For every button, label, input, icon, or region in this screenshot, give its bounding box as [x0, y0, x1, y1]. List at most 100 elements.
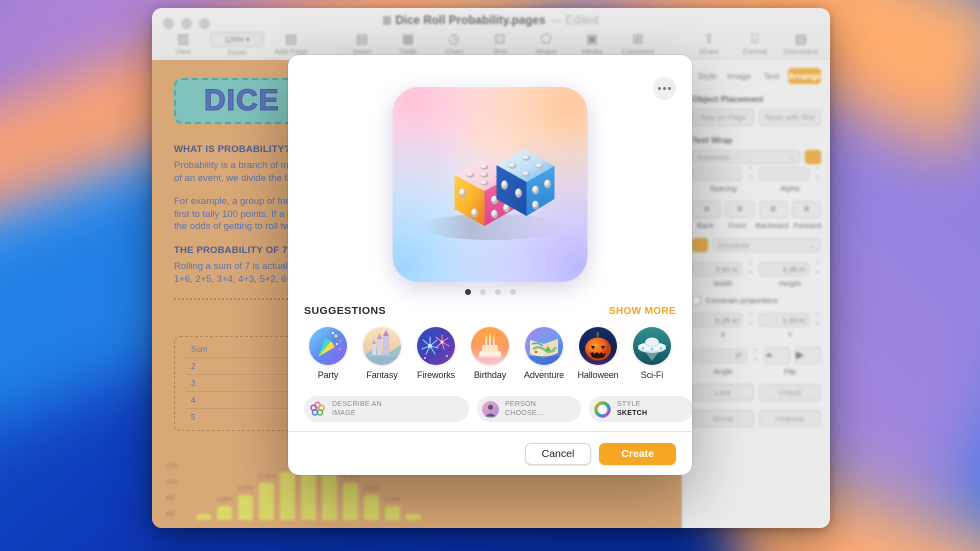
bring-forward-button[interactable]: ≡	[791, 201, 821, 218]
chevron-down-icon: ⌄	[809, 240, 816, 250]
suggestion-fantasy[interactable]: Fantasy	[358, 327, 406, 380]
send-to-back-button[interactable]: ≡	[692, 201, 722, 218]
toolbar-view[interactable]: ▥ View	[160, 32, 206, 57]
birthday-cake-icon	[471, 327, 509, 365]
wrap-swatch[interactable]	[805, 150, 821, 164]
suggestion-adventure[interactable]: Adventure	[520, 327, 568, 380]
align-distribute-row[interactable]: Distribute ⌄	[692, 238, 821, 252]
toolbar-text[interactable]: ⊡ Text	[477, 32, 523, 57]
toolbar-zoom[interactable]: 125% ▾ Zoom	[206, 32, 268, 57]
show-more-button[interactable]: SHOW MORE	[609, 306, 676, 317]
ungroup-button[interactable]: Ungroup	[759, 410, 821, 427]
x-field[interactable]: 0.25 in	[692, 313, 742, 327]
x-stepper[interactable]: ⌃ ⌄	[747, 313, 754, 326]
placement-buttons[interactable]: Stay on Page Move with Text	[692, 109, 821, 126]
y-field[interactable]: 1.33 in	[759, 313, 809, 327]
toolbar-insert[interactable]: ▤ Insert	[339, 32, 385, 57]
page-dot[interactable]	[494, 289, 501, 295]
page-dot[interactable]	[509, 289, 516, 295]
height-stepper[interactable]: ⌃ ⌄	[814, 262, 821, 275]
move-with-text-button[interactable]: Move with Text	[759, 109, 821, 126]
window-titlebar[interactable]: Dice Roll Probability.pages — Edited ▥ Vi…	[152, 8, 830, 60]
group-button[interactable]: Group	[692, 410, 754, 427]
create-button[interactable]: Create	[599, 442, 676, 465]
height-label: Height	[779, 279, 801, 288]
tab-text[interactable]: Text	[756, 68, 786, 84]
text-wrap-row[interactable]: Automatic ⌄	[692, 150, 821, 164]
window-toolbar[interactable]: ▥ View 125% ▾ Zoom ▤ Add Page ▤ Insert ▦…	[152, 31, 830, 58]
chart-bar	[280, 472, 295, 520]
more-options-button[interactable]	[653, 77, 676, 100]
toolbar-format[interactable]: ⌸ Format	[732, 32, 778, 57]
angle-field[interactable]: 0°	[692, 348, 747, 363]
toolbar-shape[interactable]: ⬠ Shape	[523, 31, 569, 57]
tab-arrange[interactable]: Arrange	[788, 68, 822, 84]
window-title-text: Dice Roll Probability.pages	[395, 15, 546, 27]
toolbar-document[interactable]: ▤ Document	[778, 32, 824, 57]
height-field[interactable]: 4.39 in	[759, 262, 809, 276]
suggestion-halloween[interactable]: Halloween	[574, 327, 622, 380]
order-buttons[interactable]: ≡ ≡ ≡ ≡	[692, 201, 821, 218]
chart-bar: 11.11%	[258, 474, 275, 520]
suggestions-section: SUGGESTIONS SHOW MORE Party Fantasy Fire…	[288, 305, 692, 380]
chart-bar	[196, 514, 211, 520]
zoom-value[interactable]: 125% ▾	[210, 32, 264, 47]
lock-button[interactable]: Lock	[692, 384, 754, 401]
style-picker-pill[interactable]: STYLE SKETCH	[589, 396, 692, 422]
alpha-field[interactable]	[759, 167, 809, 181]
toolbar-comment[interactable]: ⊞ Comment	[615, 32, 661, 57]
page-dot[interactable]	[479, 289, 486, 295]
format-inspector-panel[interactable]: Style Image Text Arrange Object Placemen…	[682, 60, 830, 528]
page-dot[interactable]	[464, 289, 471, 295]
flip-vertical-icon[interactable]: ▶	[795, 347, 821, 364]
shape-icon: ⬠	[540, 31, 552, 46]
chart-icon: ◷	[448, 31, 460, 46]
alpha-stepper[interactable]: ⌃ ⌄	[814, 167, 821, 180]
suggestion-party[interactable]: Party	[304, 327, 352, 380]
align-button[interactable]	[692, 238, 708, 252]
cancel-button[interactable]: Cancel	[524, 442, 592, 465]
angle-stepper[interactable]: ⌃ ⌄	[752, 349, 759, 362]
spacing-stepper[interactable]: ⌃ ⌄	[747, 167, 754, 180]
send-backward-button[interactable]: ≡	[758, 201, 788, 218]
toolbar-share[interactable]: ⇪ Share	[686, 32, 732, 57]
toolbar-media[interactable]: ▣ Media	[569, 32, 615, 57]
toolbar-add-page[interactable]: ▤ Add Page	[268, 32, 314, 57]
lock-buttons[interactable]: Lock Unlock	[692, 384, 821, 401]
size-fields[interactable]: 3.92 in ⌃ ⌄ 4.39 in ⌃ ⌄	[692, 262, 821, 276]
person-picker-pill[interactable]: PERSON CHOOSE…	[477, 396, 581, 422]
describe-an-image-pill[interactable]: DESCRIBE AN IMAGE	[304, 396, 469, 422]
angle-flip-row[interactable]: 0° ⌃ ⌄ ⏶ ▶	[692, 347, 821, 364]
prompt-pills-row[interactable]: DESCRIBE AN IMAGE PERSON CHOOSE… STYLE S…	[288, 380, 692, 422]
spacing-field[interactable]	[692, 167, 742, 181]
toolbar-chart[interactable]: ◷ Chart	[431, 31, 477, 57]
stay-on-page-button[interactable]: Stay on Page	[692, 109, 754, 126]
image-playground-sheet[interactable]: SUGGESTIONS SHOW MORE Party Fantasy Fire…	[288, 55, 692, 475]
text-wrap-select[interactable]: Automatic ⌄	[692, 150, 800, 164]
suggestion-fireworks[interactable]: Fireworks	[412, 327, 460, 380]
bring-to-front-button[interactable]: ≡	[725, 201, 755, 218]
spacing-alpha-fields[interactable]: ⌃ ⌄ ⌃ ⌄	[692, 167, 821, 181]
y-tick-label: 6%	[166, 512, 175, 518]
tab-image[interactable]: Image	[724, 68, 754, 84]
inspector-tabs[interactable]: Style Image Text Arrange	[692, 68, 822, 84]
page-indicator-dots[interactable]	[288, 289, 692, 295]
generated-image-card[interactable]	[392, 87, 588, 282]
document-icon	[383, 16, 392, 25]
group-buttons[interactable]: Group Ungroup	[692, 410, 821, 427]
distribute-select[interactable]: Distribute ⌄	[713, 238, 821, 252]
suggestion-sci-fi[interactable]: Sci-Fi	[628, 327, 676, 380]
unlock-button[interactable]: Unlock	[759, 384, 821, 401]
y-stepper[interactable]: ⌃ ⌄	[814, 313, 821, 326]
suggestion-birthday[interactable]: Birthday	[466, 327, 514, 380]
position-fields[interactable]: 0.25 in ⌃ ⌄ 1.33 in ⌃ ⌄	[692, 313, 821, 327]
toolbar-table[interactable]: ▦ Table	[385, 32, 431, 57]
width-field[interactable]: 3.92 in	[692, 262, 742, 276]
constrain-proportions-checkbox[interactable]	[692, 296, 701, 305]
suggestions-list[interactable]: Party Fantasy Fireworks Birthday Adventu…	[304, 327, 676, 380]
width-stepper[interactable]: ⌃ ⌄	[747, 262, 754, 275]
constrain-proportions-row[interactable]: Constrain proportions	[692, 296, 821, 305]
tab-style[interactable]: Style	[692, 68, 722, 84]
flip-horizontal-icon[interactable]: ⏶	[764, 347, 790, 364]
toolbar-label: Zoom	[227, 48, 247, 57]
